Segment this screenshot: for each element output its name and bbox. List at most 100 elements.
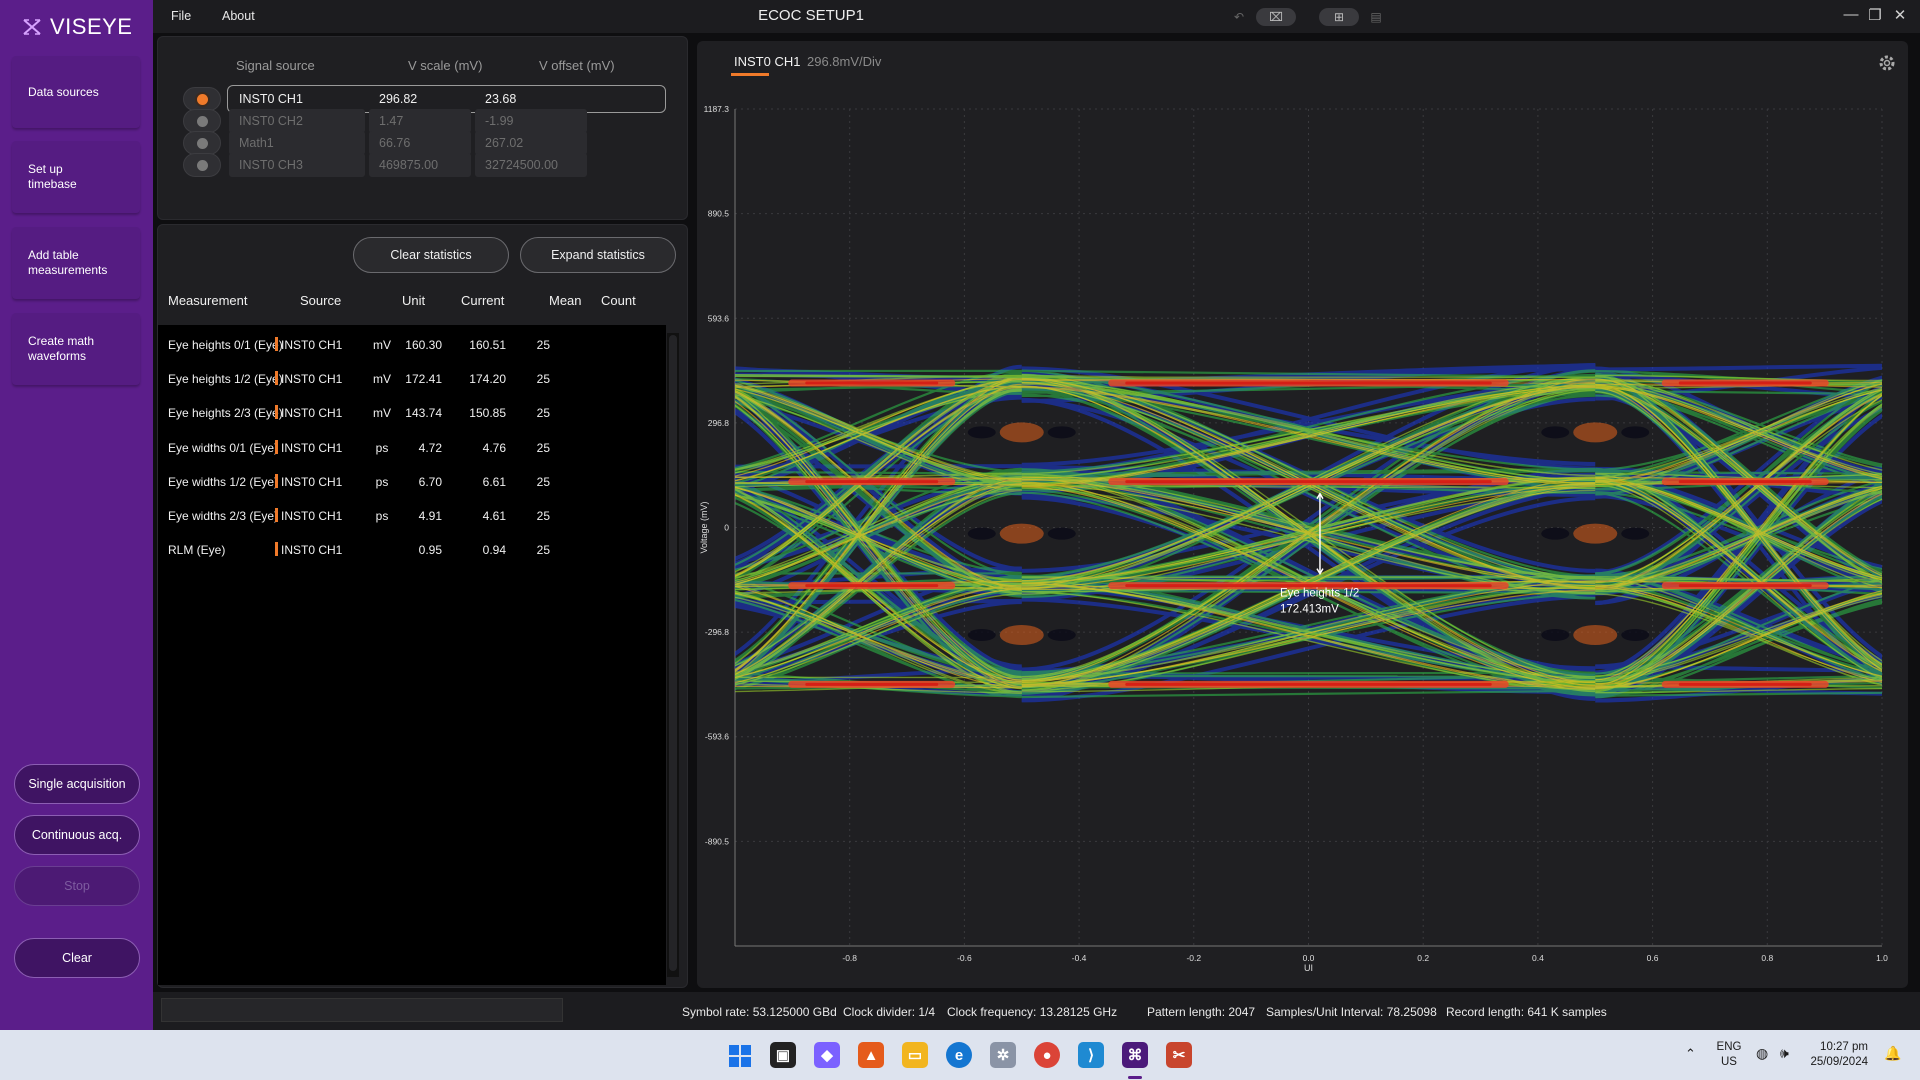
continuous-acquisition-button[interactable]: Continuous acq. — [14, 815, 140, 855]
status-message-field — [161, 998, 563, 1022]
edge-browser-icon[interactable]: e — [946, 1042, 972, 1068]
source-radio[interactable] — [183, 109, 221, 133]
source-v-offset-input[interactable]: -1.99 — [475, 109, 587, 133]
x-tick-label: -0.8 — [842, 953, 857, 963]
statistics-scrollbar[interactable] — [667, 333, 679, 977]
x-tick-label: 1.0 — [1876, 953, 1888, 963]
source-row[interactable]: INST0 CH3 469875.00 32724500.00 — [183, 153, 663, 177]
source-radio[interactable] — [183, 131, 221, 155]
file-explorer-icon[interactable]: ▭ — [902, 1042, 928, 1068]
source-row[interactable]: INST0 CH1 296.82 23.68 — [183, 85, 666, 113]
source-color-marker — [275, 508, 278, 522]
single-acquisition-button[interactable]: Single acquisition — [14, 764, 140, 804]
chrome-icon[interactable]: ● — [1034, 1042, 1060, 1068]
column-header-current: Current — [461, 293, 505, 308]
undo-icon[interactable]: ↶ — [1228, 8, 1250, 26]
cell-count: 25 — [536, 406, 550, 421]
clock-time: 10:27 pm — [1820, 1041, 1868, 1053]
eye-diagram-panel: INST0 CH1 296.8mV/Div 1187.3 890.5 593.6 29… — [697, 41, 1908, 988]
scrollbar-thumb[interactable] — [669, 335, 677, 971]
source-name: INST0 CH1 — [239, 92, 303, 106]
snipping-tool-icon[interactable]: ✂ — [1166, 1042, 1192, 1068]
source-v-scale-input[interactable]: 1.47 — [369, 109, 471, 133]
language-indicator[interactable]: ENG US — [1714, 1040, 1744, 1070]
copilot-icon[interactable]: ◆ — [814, 1042, 840, 1068]
cell-mean: 150.85 — [469, 406, 506, 421]
annotation-label: Eye heights 1/2 — [1280, 588, 1359, 600]
sidebar-item-label: Data sources — [28, 84, 99, 99]
vscode-icon[interactable]: ⟩ — [1078, 1042, 1104, 1068]
volume-icon[interactable]: 🕪 — [1780, 1046, 1789, 1061]
source-radio[interactable] — [183, 153, 221, 177]
sidebar-item-label: Create math waveforms — [28, 334, 95, 363]
source-v-offset-input[interactable]: 23.68 — [475, 87, 587, 111]
clear-statistics-button[interactable]: Clear statistics — [353, 237, 509, 273]
windows-start-icon[interactable] — [728, 1044, 752, 1068]
cell-measurement: Eye heights 0/1 (Eye) — [168, 338, 283, 352]
sidebar-item-data-sources[interactable]: Data sources — [12, 56, 140, 128]
cell-current: 160.30 — [405, 338, 442, 352]
source-row[interactable]: INST0 CH2 1.47 -1.99 — [183, 109, 663, 133]
minimize-icon[interactable]: — — [1841, 6, 1861, 23]
source-color-marker — [275, 405, 278, 420]
trigger-icon[interactable]: ⌧ — [1256, 8, 1296, 26]
source-v-offset-input[interactable]: 267.02 — [475, 131, 587, 155]
source-v-scale-input[interactable]: 66.76 — [369, 131, 471, 155]
source-color-marker — [275, 439, 278, 454]
source-name: INST0 CH2 — [229, 109, 365, 133]
sidebar-item-math-waveforms[interactable]: Create math waveforms — [12, 313, 140, 385]
header-v-scale: V scale (mV) — [408, 58, 483, 73]
stop-button[interactable]: Stop — [14, 866, 140, 906]
statistics-table-body: Eye heights 0/1 (Eye) INST0 CH1 mV 160.30 16… — [158, 325, 666, 985]
list-layout-icon[interactable]: ▤ — [1365, 8, 1387, 26]
eye-diagram-plot[interactable]: 1187.3 890.5 593.6 296.8 0 -296.8 -593.6 -890.5… — [697, 41, 1908, 988]
menu-file[interactable]: File — [171, 9, 191, 23]
toolbar-group-left: ↶ ⌧ — [1222, 7, 1302, 27]
cell-current: 4.72 — [418, 440, 442, 455]
cell-source: INST0 CH1 — [281, 474, 343, 489]
annotation-value: 172.413mV — [1280, 604, 1339, 616]
source-v-scale-input[interactable]: 296.82 — [369, 87, 471, 111]
source-row[interactable]: Math1 66.76 267.02 — [183, 131, 663, 155]
cell-count: 25 — [536, 474, 550, 489]
status-clock-divider: Clock divider: 1/4 — [843, 1005, 936, 1019]
language-label: ENG — [1716, 1041, 1742, 1053]
source-color-marker — [275, 371, 278, 386]
menu-about[interactable]: About — [222, 9, 255, 23]
status-bar: Symbol rate: 53.125000 GBd Clock divider… — [153, 992, 1920, 1030]
x-tick-label: -0.2 — [1186, 953, 1201, 963]
status-record-length: Record length: 641 K samples — [1446, 1005, 1607, 1019]
table-row[interactable]: RLM (Eye) INST0 CH1 0.95 0.94 25 — [158, 530, 666, 570]
viseye-taskbar-icon[interactable]: ⌘ — [1122, 1042, 1148, 1068]
window-title: ECOC SETUP1 — [758, 7, 864, 24]
source-radio[interactable] — [183, 87, 221, 111]
sidebar-item-table-measurements[interactable]: Add table measurements — [12, 227, 140, 299]
header-signal-source: Signal source — [236, 58, 315, 73]
expand-statistics-button[interactable]: Expand statistics — [520, 237, 676, 273]
radio-dot — [197, 138, 208, 149]
restore-icon[interactable]: ❐ — [1865, 6, 1885, 24]
network-icon[interactable]: ◍ — [1756, 1046, 1768, 1061]
source-v-offset-input[interactable]: 32724500.00 — [475, 153, 587, 177]
sidebar-item-timebase[interactable]: Set up timebase — [12, 141, 140, 213]
settings-app-icon[interactable]: ✲ — [990, 1042, 1016, 1068]
status-clock-frequency: Clock frequency: 13.28125 GHz — [947, 1005, 1118, 1019]
matlab-icon[interactable]: ▲ — [858, 1042, 884, 1068]
close-icon[interactable]: ✕ — [1890, 6, 1910, 24]
grid-layout-icon[interactable]: ⊞ — [1319, 8, 1359, 26]
clear-button[interactable]: Clear — [14, 938, 140, 978]
cell-mean: 4.76 — [482, 440, 506, 455]
source-v-scale-input[interactable]: 469875.00 — [369, 153, 471, 177]
y-tick-label: 1187.3 — [704, 104, 730, 114]
cell-mean: 4.61 — [482, 509, 506, 523]
task-view-icon[interactable]: ▣ — [770, 1042, 796, 1068]
column-header-count: Count — [601, 293, 636, 308]
y-tick-label: 593.6 — [708, 313, 730, 323]
clock[interactable]: 10:27 pm 25/09/2024 — [1808, 1040, 1868, 1070]
cell-mean: 0.94 — [482, 543, 506, 558]
source-name: Math1 — [229, 131, 365, 155]
sidebar: VISEYE Data sources Set up timebase Add … — [0, 0, 153, 1030]
cell-measurement: Eye heights 2/3 (Eye) — [168, 406, 283, 421]
notification-bell-icon[interactable]: 🔔 — [1884, 1046, 1901, 1061]
tray-chevron-icon[interactable]: ⌃ — [1685, 1046, 1696, 1061]
